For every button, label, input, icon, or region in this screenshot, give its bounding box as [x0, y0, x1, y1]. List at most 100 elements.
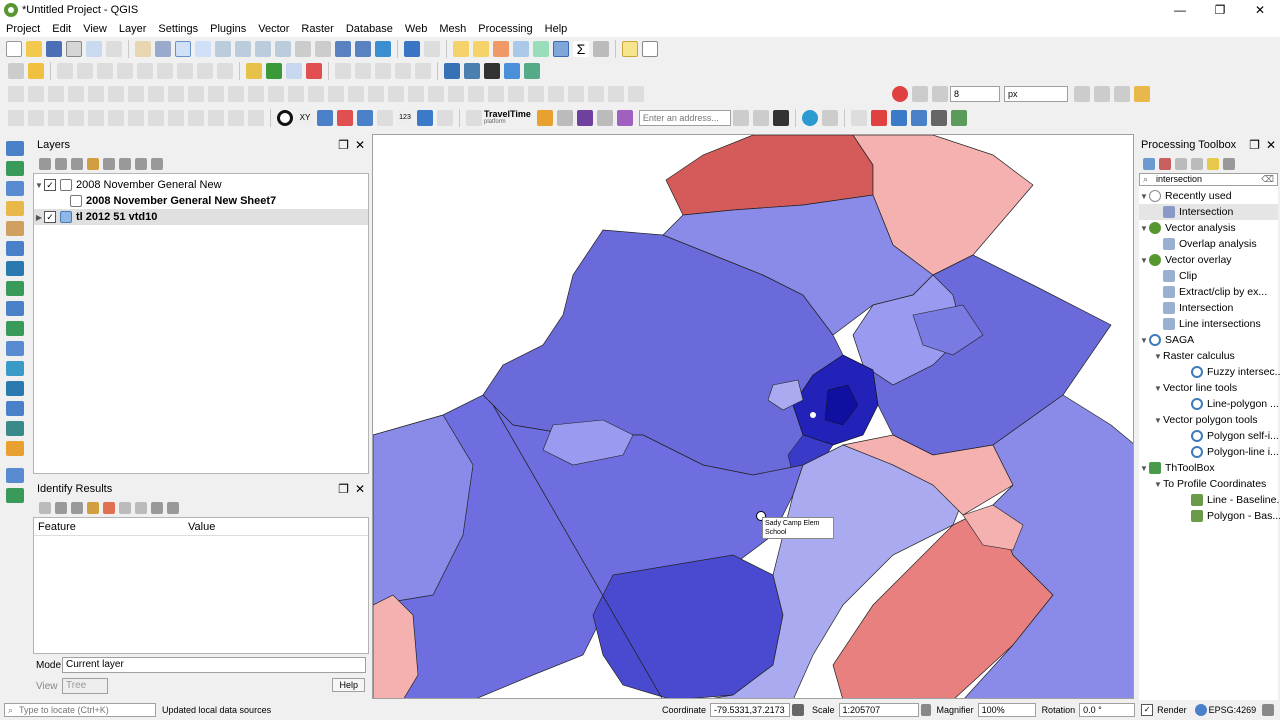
digitize-icon-24[interactable] [468, 86, 484, 102]
menu-processing[interactable]: Processing [472, 23, 538, 35]
label-props-icon[interactable] [415, 63, 431, 79]
print-layout-icon[interactable] [66, 41, 82, 57]
shape-tool-icon-10[interactable] [188, 110, 204, 126]
add-raster-layer-icon[interactable] [6, 181, 24, 196]
layer-item-2008-general[interactable]: ▼ ✓ 2008 November General New [34, 177, 368, 193]
history-icon[interactable] [1175, 158, 1187, 170]
shape-tool-icon-7[interactable] [128, 110, 144, 126]
save-edits-icon[interactable] [57, 63, 73, 79]
shape-tool-icon-13[interactable] [248, 110, 264, 126]
statistics-sigma-icon[interactable]: Σ [573, 41, 589, 57]
tracing-icon[interactable] [1134, 86, 1150, 102]
digitize-icon-9[interactable] [168, 86, 184, 102]
menu-layer[interactable]: Layer [113, 23, 153, 35]
diagram-icon[interactable] [395, 63, 411, 79]
plugin-icon-15[interactable] [950, 110, 967, 126]
zoom-next-icon[interactable] [315, 41, 331, 57]
clear-search-icon[interactable]: ⌫ [1261, 174, 1274, 185]
change-label-icon[interactable] [375, 63, 391, 79]
show-hide-labels-icon[interactable] [306, 63, 322, 79]
copy-feature-icon[interactable] [103, 502, 115, 514]
collapse-arrow-icon[interactable]: ▼ [1153, 480, 1163, 489]
digitize-icon-1[interactable] [8, 86, 24, 102]
collapse-arrow-icon[interactable]: ▼ [1153, 352, 1163, 361]
add-vector-layer-icon[interactable] [6, 161, 24, 176]
data-source-manager-icon[interactable] [6, 141, 24, 156]
menu-raster[interactable]: Raster [295, 23, 339, 35]
menu-view[interactable]: View [77, 23, 113, 35]
group-vector-analysis[interactable]: ▼ Vector analysis [1139, 220, 1278, 236]
collapse-arrow-icon[interactable]: ▼ [1153, 384, 1163, 393]
digitize-icon-5[interactable] [88, 86, 104, 102]
measure-icon[interactable] [593, 41, 609, 57]
digitize-icon-25[interactable] [488, 86, 504, 102]
number-tool-icon[interactable]: 123 [397, 110, 413, 126]
digitize-icon-21[interactable] [408, 86, 424, 102]
algorithm-clip[interactable]: Clip [1139, 268, 1278, 284]
digitize-icon-16[interactable] [308, 86, 324, 102]
digitize-icon-32[interactable] [628, 86, 644, 102]
menu-plugins[interactable]: Plugins [204, 23, 252, 35]
digitize-icon-8[interactable] [148, 86, 164, 102]
snap-unit-select[interactable]: px [1004, 86, 1068, 102]
shape-tool-icon-9[interactable] [168, 110, 184, 126]
digitize-icon-17[interactable] [328, 86, 344, 102]
coordinate-input[interactable]: -79.5331,37.2173 [710, 703, 791, 717]
identify-features-icon[interactable] [404, 41, 420, 57]
toggle-editing-pencil-icon[interactable] [28, 63, 44, 79]
group-thtoolbox[interactable]: ▼ ThToolBox [1139, 460, 1278, 476]
subgroup-vector-polygon-tools[interactable]: ▼ Vector polygon tools [1139, 412, 1278, 428]
geocode-icon[interactable] [732, 110, 749, 126]
add-group-icon[interactable] [55, 158, 67, 170]
toolbox-icon[interactable] [553, 41, 569, 57]
collapse-arrow-icon[interactable]: ▼ [1139, 464, 1149, 473]
algorithm-intersection-recent[interactable]: Intersection [1139, 204, 1278, 220]
clear-results-icon[interactable] [87, 502, 99, 514]
layer-checkbox[interactable]: ✓ [44, 211, 56, 223]
deselect-icon[interactable] [493, 41, 509, 57]
algorithm-fuzzy-intersection[interactable]: Fuzzy intersec... [1139, 364, 1280, 380]
results-viewer-icon[interactable] [1191, 158, 1203, 170]
snap-intersection-icon[interactable] [1114, 86, 1130, 102]
map-tips-icon[interactable] [622, 41, 638, 57]
pan-hand-icon[interactable] [135, 41, 151, 57]
crs-label[interactable]: EPSG:4269 [1209, 705, 1257, 715]
add-spatialite-icon[interactable] [6, 221, 24, 236]
digitize-icon-27[interactable] [528, 86, 544, 102]
digitize-icon-22[interactable] [428, 86, 444, 102]
address-search-input[interactable]: Enter an address... [638, 110, 731, 126]
collapse-all-icon[interactable] [135, 158, 147, 170]
group-recently-used[interactable]: ▼ Recently used [1139, 188, 1278, 204]
shape-tool-icon-4[interactable] [68, 110, 84, 126]
menu-database[interactable]: Database [340, 23, 399, 35]
menu-project[interactable]: Project [0, 23, 46, 35]
float-panel-icon[interactable]: ❐ [338, 482, 349, 496]
mode-select[interactable]: Current layer [62, 657, 366, 673]
add-wcs-icon[interactable] [6, 301, 24, 316]
collapse-arrow-icon[interactable]: ▼ [1139, 336, 1149, 345]
open-form-icon[interactable] [135, 502, 147, 514]
feature-column-header[interactable]: Feature [34, 521, 184, 533]
cloud-icon[interactable] [821, 110, 838, 126]
collapse-arrow-icon[interactable]: ▼ [1139, 256, 1149, 265]
zoom-layer-icon[interactable] [255, 41, 271, 57]
plugin-icon-2[interactable] [484, 63, 500, 79]
expand-new-icon[interactable] [71, 502, 83, 514]
group-vector-overlay[interactable]: ▼ Vector overlay [1139, 252, 1278, 268]
plugin-icon-12[interactable] [890, 110, 907, 126]
plugin-icon-11[interactable] [870, 110, 887, 126]
shape-tool-icon-3[interactable] [48, 110, 64, 126]
topological-editing-icon[interactable] [1074, 86, 1090, 102]
lock-scale-icon[interactable] [920, 704, 931, 716]
plugin-icon-8[interactable] [752, 110, 769, 126]
redo-icon[interactable] [217, 63, 233, 79]
add-virtual-layer-icon[interactable] [6, 261, 24, 276]
menu-edit[interactable]: Edit [46, 23, 77, 35]
highlight-labels-icon[interactable] [286, 63, 302, 79]
snapping-magnet-icon[interactable] [892, 86, 908, 102]
ruler-icon[interactable] [377, 110, 393, 126]
line-tool-icon[interactable] [357, 110, 373, 126]
digitize-icon-18[interactable] [348, 86, 364, 102]
plugin-icon-9[interactable] [772, 110, 789, 126]
float-panel-icon[interactable]: ❐ [1249, 138, 1260, 152]
